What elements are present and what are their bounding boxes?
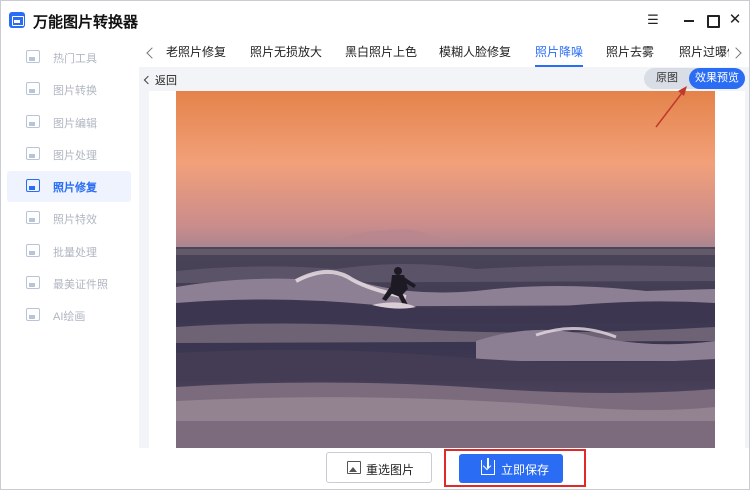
tab-lossless-upscale[interactable]: 照片无损放大 [250, 43, 322, 65]
grid-icon [26, 50, 40, 63]
sidebar-item-image-process[interactable]: 图片处理 [7, 139, 131, 170]
sidebar-item-image-edit[interactable]: 图片编辑 [7, 107, 131, 138]
maximize-icon[interactable] [704, 12, 720, 28]
close-icon[interactable]: ✕ [727, 12, 743, 28]
tab-face-restore[interactable]: 模糊人脸修复 [439, 43, 511, 65]
chevron-left-icon [143, 75, 153, 85]
sidebar-item-label: 热门工具 [53, 53, 97, 65]
app-title: 万能图片转换器 [33, 14, 139, 31]
id-photo-icon [26, 276, 40, 289]
image-icon [347, 461, 361, 474]
tab-overexposure-fix[interactable]: 照片过曝修复 [679, 43, 729, 65]
toggle-effect-preview[interactable]: 效果预览 [689, 68, 745, 89]
app-logo-icon [9, 12, 25, 28]
tab-denoise[interactable]: 照片降噪 [535, 43, 584, 67]
tab-colorize[interactable]: 黑白照片上色 [345, 43, 417, 65]
sidebar-item-ai-paint[interactable]: AI绘画 [7, 300, 131, 331]
sidebar-item-label: 图片转换 [53, 85, 97, 97]
sidebar-item-label: 最美证件照 [53, 279, 108, 291]
sidebar-item-id-photo[interactable]: 最美证件照 [7, 268, 131, 299]
title-bar: 万能图片转换器 ☰ ✕ [1, 1, 749, 39]
chevron-right-icon[interactable] [732, 45, 742, 61]
sidebar-item-label: AI绘画 [53, 311, 86, 323]
tab-bar: 老照片修复 照片无损放大 黑白照片上色 模糊人脸修复 照片降噪 照片去雾 照片过… [139, 39, 749, 67]
back-link[interactable]: 返回 [143, 72, 177, 88]
sidebar-item-batch[interactable]: 批量处理 [7, 236, 131, 267]
app-window: 万能图片转换器 ☰ ✕ 热门工具 图片转换 图片编辑 图片处理 照片修复 照片特… [0, 0, 750, 490]
preview-canvas [149, 91, 745, 448]
sidebar-item-label: 照片特效 [53, 214, 97, 226]
sidebar-item-hot-tools[interactable]: 热门工具 [7, 42, 131, 73]
back-label: 返回 [155, 75, 177, 87]
sidebar-item-photo-effect[interactable]: 照片特效 [7, 203, 131, 234]
image-convert-icon [26, 82, 40, 95]
image-edit-icon [26, 115, 40, 128]
reselect-label: 重选图片 [366, 463, 415, 477]
photo-effect-icon [26, 211, 40, 224]
ai-paint-icon [26, 308, 40, 321]
sidebar: 热门工具 图片转换 图片编辑 图片处理 照片修复 照片特效 批量处理 最美证件照… [1, 39, 139, 489]
chevron-left-icon[interactable] [145, 45, 155, 61]
tab-old-photo-repair[interactable]: 老照片修复 [166, 43, 226, 65]
sidebar-item-image-convert[interactable]: 图片转换 [7, 74, 131, 105]
image-process-icon [26, 147, 40, 160]
surfer-photo [176, 91, 715, 448]
tab-dehaze[interactable]: 照片去雾 [606, 43, 654, 65]
sidebar-item-photo-repair[interactable]: 照片修复 [7, 171, 131, 202]
sidebar-item-label: 图片处理 [53, 150, 97, 162]
minimize-icon[interactable] [681, 12, 697, 28]
sidebar-item-label: 照片修复 [53, 182, 97, 194]
batch-icon [26, 244, 40, 257]
menu-icon[interactable]: ☰ [645, 12, 661, 28]
preview-photo [176, 91, 715, 448]
annotation-arrow-icon [655, 86, 687, 128]
photo-repair-icon [26, 179, 40, 192]
reselect-image-button[interactable]: 重选图片 [326, 452, 432, 483]
sidebar-item-label: 批量处理 [53, 247, 97, 259]
save-button-highlight [444, 449, 586, 487]
sidebar-item-label: 图片编辑 [53, 118, 97, 130]
